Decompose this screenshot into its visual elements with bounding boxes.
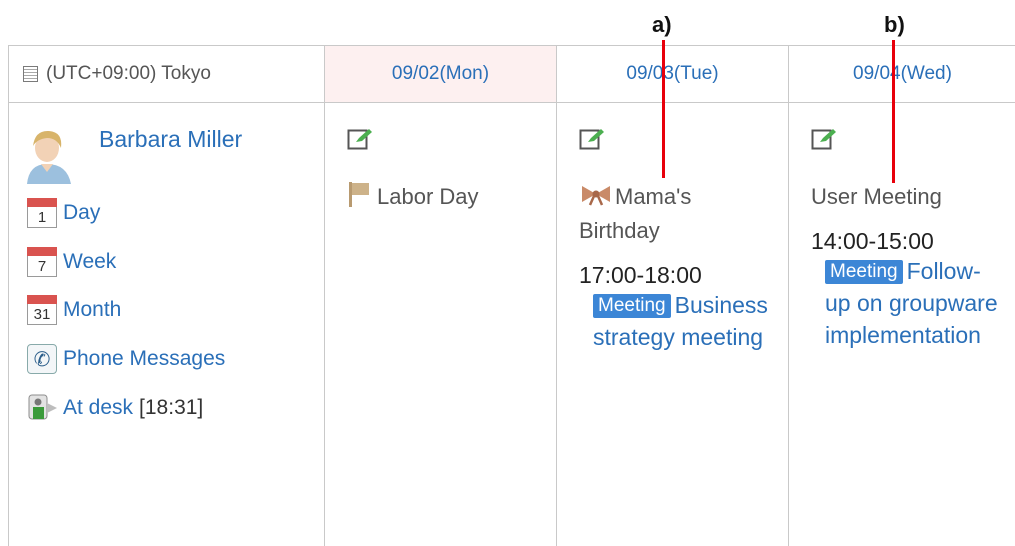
schedule-time-wed: 14:00-15:00 <box>811 228 934 254</box>
day-cell-mon[interactable]: Labor Day <box>347 126 546 214</box>
add-schedule-icon[interactable] <box>579 126 605 150</box>
nav-day[interactable]: 1 Day <box>27 198 317 228</box>
holiday-label: Labor Day <box>377 184 479 209</box>
nav-at-desk[interactable]: At desk [18:31] <box>27 393 317 423</box>
day-header-tue[interactable]: 09/03(Tue) <box>557 46 788 103</box>
nav-day-label[interactable]: Day <box>63 201 100 225</box>
day-calendar-icon: 1 <box>27 198 57 228</box>
at-desk-icon <box>28 394 57 420</box>
timezone-icon <box>23 66 38 82</box>
schedule-item-tue[interactable]: Meeting Business strategy meeting <box>579 289 778 353</box>
nav-week[interactable]: 7 Week <box>27 247 317 277</box>
add-schedule-icon[interactable] <box>347 126 373 150</box>
holiday-event: Labor Day <box>347 180 546 214</box>
day-cell-tue[interactable]: Mama's Birthday 17:00-18:00 Meeting Busin… <box>579 126 778 353</box>
add-schedule-icon[interactable] <box>811 126 837 150</box>
event-label-wed[interactable]: User Meeting <box>811 184 942 209</box>
day-column-tue: 09/03(Tue) Mama's Birthday 17:00-18:00 M… <box>557 46 789 546</box>
day-header-mon[interactable]: 09/02(Mon) <box>325 46 556 103</box>
callout-line-a <box>662 40 665 178</box>
day-column-mon: 09/02(Mon) Labor Day <box>325 46 557 546</box>
user-column: (UTC+09:00) Tokyo Barbara Miller 1 Day 7… <box>9 46 325 546</box>
callout-a: a) <box>652 12 672 37</box>
nav-at-desk-label[interactable]: At desk <box>63 396 133 420</box>
avatar[interactable] <box>23 126 73 184</box>
at-desk-time: [18:31] <box>139 396 204 419</box>
user-name-link[interactable]: Barbara Miller <box>99 126 242 153</box>
day-header-wed[interactable]: 09/04(Wed) <box>789 46 1015 103</box>
nav-phone-messages[interactable]: ✆ Phone Messages <box>27 344 317 374</box>
day-cell-wed[interactable]: User Meeting 14:00-15:00 Meeting Follow-u… <box>811 126 1006 351</box>
day-column-wed: 09/04(Wed) User Meeting 14:00-15:00 Meet… <box>789 46 1015 546</box>
week-calendar-icon: 7 <box>27 247 57 277</box>
calendar-grid: (UTC+09:00) Tokyo Barbara Miller 1 Day 7… <box>8 45 1015 546</box>
month-calendar-icon: 31 <box>27 295 57 325</box>
callout-b: b) <box>884 12 905 37</box>
schedule-item-wed[interactable]: Meeting Follow-up on groupware implementa… <box>811 255 1006 351</box>
phone-icon: ✆ <box>27 344 57 374</box>
nav-month-label[interactable]: Month <box>63 298 121 322</box>
flag-icon <box>349 182 369 207</box>
bow-icon <box>582 186 610 206</box>
timezone-label: (UTC+09:00) Tokyo <box>46 63 211 84</box>
schedule-time-tue: 17:00-18:00 <box>579 262 702 288</box>
nav-week-label[interactable]: Week <box>63 250 116 274</box>
nav-month[interactable]: 31 Month <box>27 295 317 325</box>
meeting-badge: Meeting <box>825 260 903 284</box>
nav-phone-label[interactable]: Phone Messages <box>63 347 225 371</box>
meeting-badge: Meeting <box>593 294 671 318</box>
timezone-header: (UTC+09:00) Tokyo <box>9 46 324 103</box>
event-item-wed[interactable]: User Meeting <box>811 180 1006 214</box>
callout-line-b <box>892 40 895 183</box>
anniversary-event: Mama's Birthday <box>579 180 778 248</box>
